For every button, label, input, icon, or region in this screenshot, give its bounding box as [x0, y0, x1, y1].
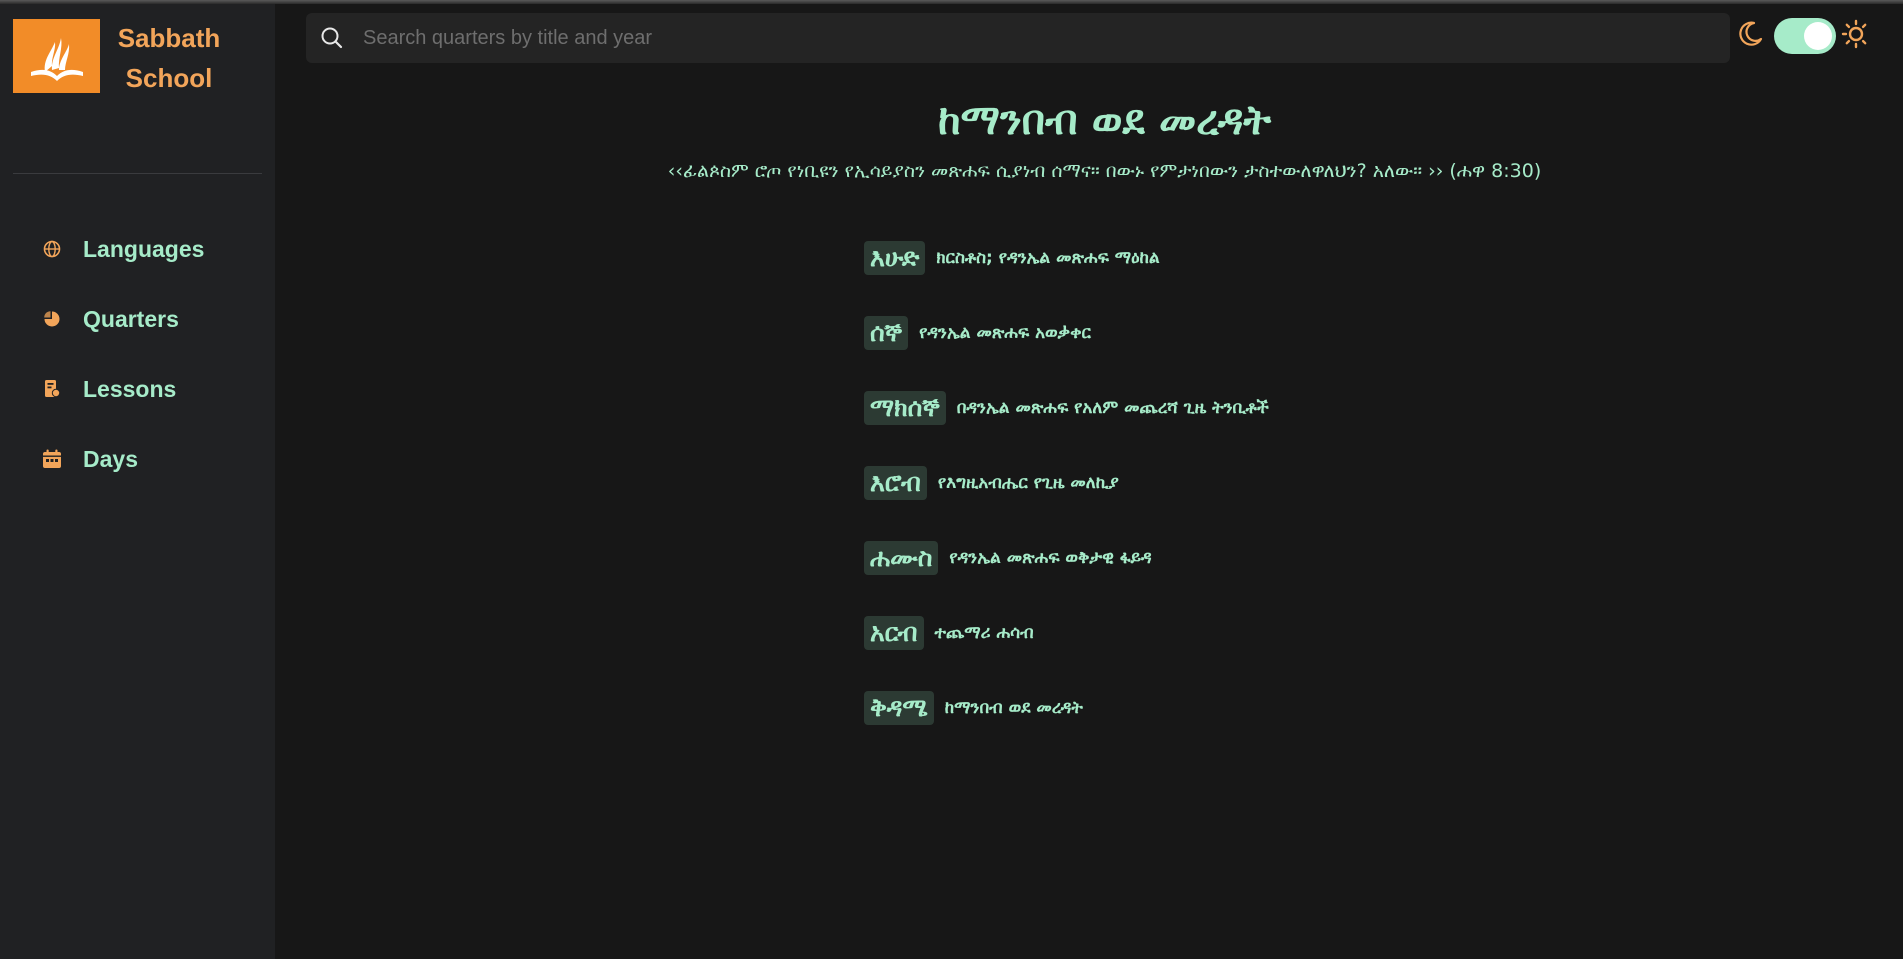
brand[interactable]: Sabbath School	[13, 19, 228, 98]
sidebar-item-languages[interactable]: Languages	[40, 214, 204, 284]
day-name: ሰኞ	[864, 315, 909, 350]
theme-toggle[interactable]	[1774, 18, 1836, 54]
lesson-title: ከማንበብ ወደ መረዳት	[937, 96, 1271, 144]
window-top-edge	[0, 0, 1903, 4]
day-item-thursday[interactable]: ሐሙስ የዳንኤል መጽሐፍ ወቅታዊ ፋይዳ	[864, 525, 1269, 600]
day-list: እሁድ ክርስቶስ; የዳንኤል መጽሐፍ ማዕከል ሰኞ የዳንኤል መጽሐፍ…	[864, 225, 1269, 750]
day-item-sunday[interactable]: እሁድ ክርስቶስ; የዳንኤል መጽሐፍ ማዕከል	[864, 225, 1269, 300]
calendar-icon	[40, 447, 64, 471]
moon-icon	[1735, 19, 1765, 53]
day-title: የእግዚአብሔር የጊዜ መለኪያ	[937, 472, 1119, 493]
sun-icon	[1841, 19, 1867, 53]
day-item-saturday[interactable]: ቅዳሜ ከማንበብ ወደ መረዳት	[864, 675, 1269, 750]
sidebar: Sabbath School Languages Quarters Lesson…	[0, 0, 275, 959]
sidebar-divider	[13, 173, 262, 174]
search-bar	[306, 13, 1730, 63]
search-input[interactable]	[363, 18, 1730, 58]
day-title: ከማንበብ ወደ መረዳት	[944, 697, 1083, 718]
pie-chart-icon	[40, 307, 64, 331]
theme-switcher	[1735, 18, 1867, 54]
sidebar-item-label: Languages	[83, 235, 205, 262]
day-item-tuesday[interactable]: ማክሰኞ በዳንኤል መጽሐፍ የአለም መጨረሻ ጊዜ ትንቢቶች	[864, 375, 1269, 450]
day-title: የዳንኤል መጽሐፍ ወቅታዊ ፋይዳ	[949, 547, 1152, 568]
day-name: እሁድ	[864, 240, 926, 275]
brand-name-line2: School	[125, 63, 213, 93]
day-item-wednesday[interactable]: እሮብ የእግዚአብሔር የጊዜ መለኪያ	[864, 450, 1269, 525]
toggle-knob	[1804, 22, 1832, 50]
sidebar-item-quarters[interactable]: Quarters	[40, 284, 204, 354]
day-item-monday[interactable]: ሰኞ የዳንኤል መጽሐፍ አወቃቀር	[864, 300, 1269, 375]
day-name: እሮብ	[864, 465, 927, 500]
sidebar-item-label: Days	[83, 445, 138, 472]
day-name: አርብ	[864, 615, 924, 650]
sidebar-item-lessons[interactable]: Lessons	[40, 354, 204, 424]
brand-name: Sabbath School	[110, 18, 228, 98]
day-item-friday[interactable]: አርብ ተጨማሪ ሐሳብ	[864, 600, 1269, 675]
day-title: በዳንኤል መጽሐፍ የአለም መጨረሻ ጊዜ ትንቢቶች	[956, 397, 1269, 418]
sidebar-item-label: Quarters	[83, 305, 179, 332]
sidebar-nav: Languages Quarters Lessons Days	[40, 214, 204, 494]
sidebar-item-label: Lessons	[83, 375, 177, 402]
day-title: ክርስቶስ; የዳንኤል መጽሐፍ ማዕከል	[936, 247, 1160, 268]
search-icon	[319, 25, 345, 51]
day-name: ማክሰኞ	[864, 390, 946, 425]
adventist-logo-icon	[13, 19, 100, 93]
day-title: የዳንኤል መጽሐፍ አወቃቀር	[919, 322, 1091, 343]
day-name: ቅዳሜ	[864, 690, 934, 725]
day-name: ሐሙስ	[864, 540, 939, 575]
day-title: ተጨማሪ ሐሳብ	[934, 622, 1034, 643]
lesson-book-icon	[40, 377, 64, 401]
globe-icon	[40, 237, 64, 261]
brand-name-line1: Sabbath	[117, 23, 221, 53]
sidebar-item-days[interactable]: Days	[40, 424, 204, 494]
memory-verse: ‹‹ፊልጶስም ሮጦ የነቢዩን የኢሳይያስን መጽሐፍ ሲያነብ ሰማና። …	[667, 160, 1542, 182]
